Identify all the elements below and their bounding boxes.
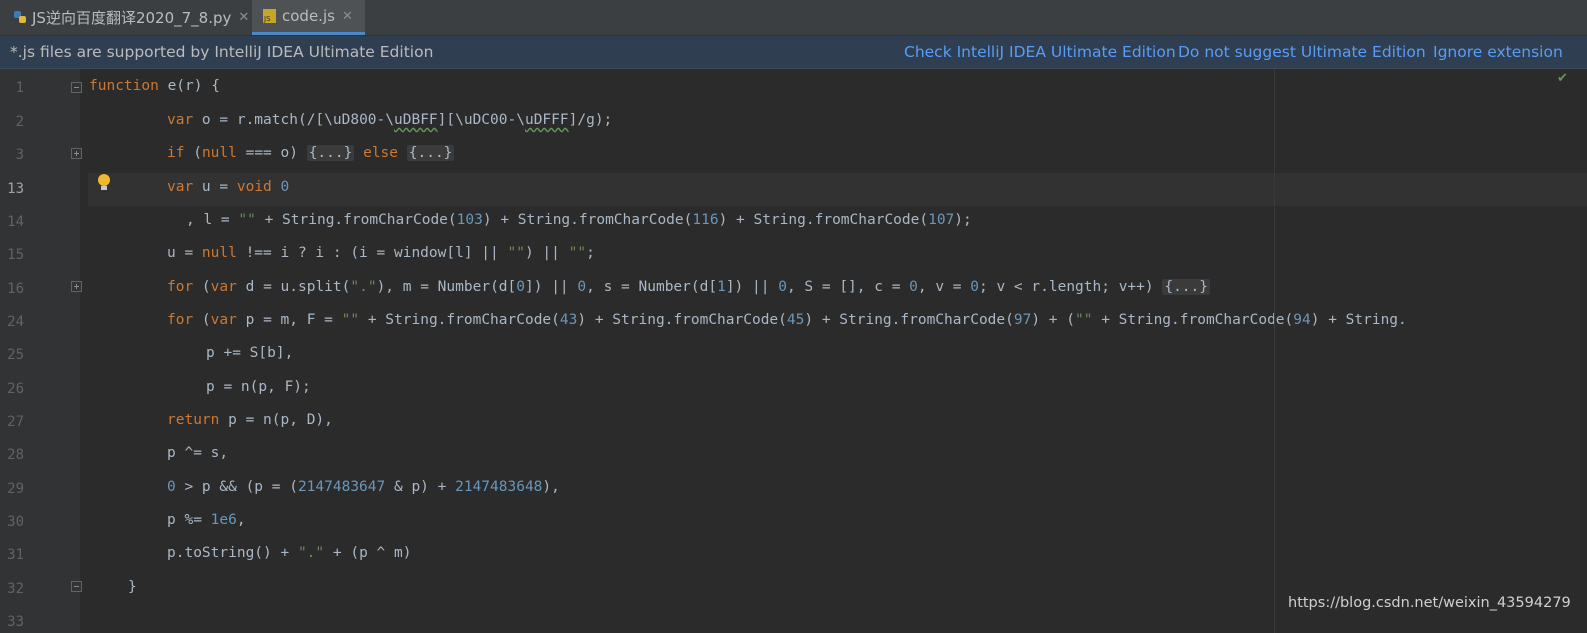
inspection-ok-icon[interactable]: ✔ [1557, 71, 1568, 86]
code-line: p ^= s, [167, 445, 229, 461]
line-number: 3 [15, 147, 24, 163]
line-number: 32 [7, 581, 24, 597]
editor-tab-bar: JS逆向百度翻译2020_7_8.py ✕ JS code.js ✕ [0, 0, 1587, 36]
line-number: 24 [7, 314, 24, 330]
line-number: 27 [7, 414, 24, 430]
current-line-highlight [88, 173, 1587, 206]
code-line: u = null !== i ? i : (i = window[l] || "… [167, 245, 595, 261]
line-number: 26 [7, 381, 24, 397]
ignore-extension-link[interactable]: Ignore extension [1433, 43, 1563, 61]
js-file-icon: JS [262, 8, 278, 24]
close-icon[interactable]: ✕ [238, 10, 249, 25]
banner-message: *.js files are supported by IntelliJ IDE… [10, 43, 434, 61]
line-number: 33 [7, 614, 24, 630]
line-number: 1 [15, 80, 24, 96]
fold-expand-icon[interactable] [71, 281, 82, 292]
code-line: var u = void 0 [167, 179, 290, 195]
code-line: for (var p = m, F = "" + String.fromChar… [167, 312, 1407, 328]
code-line: for (var d = u.split("."), m = Number(d[… [167, 279, 1210, 295]
lightbulb-icon[interactable] [96, 173, 112, 197]
code-line: 0 > p && (p = (2147483647 & p) + 2147483… [167, 479, 560, 495]
line-number: 15 [7, 247, 24, 263]
code-line: p.toString() + "." + (p ^ m) [167, 545, 412, 561]
code-line: if (null === o) {...} else {...} [167, 145, 455, 161]
tab-code-js[interactable]: JS code.js ✕ [252, 0, 365, 35]
tab-label: JS逆向百度翻译2020_7_8.py [32, 9, 232, 27]
ultimate-edition-banner: *.js files are supported by IntelliJ IDE… [0, 36, 1587, 69]
code-line: return p = n(p, D), [167, 412, 333, 428]
line-number: 30 [7, 514, 24, 530]
close-icon[interactable]: ✕ [342, 9, 353, 24]
watermark: https://blog.csdn.net/weixin_43594279 [1288, 595, 1571, 611]
line-number: 25 [7, 347, 24, 363]
code-line: function e(r) { [89, 78, 220, 94]
svg-text:JS: JS [263, 15, 271, 23]
line-number: 31 [7, 547, 24, 563]
code-line: p = n(p, F); [206, 379, 311, 395]
line-number-gutter: 1 2 3 13 14 15 16 24 25 26 27 28 29 30 3… [0, 69, 80, 633]
line-number: 28 [7, 447, 24, 463]
line-number: 16 [7, 281, 24, 297]
line-number: 29 [7, 481, 24, 497]
code-line: var o = r.match(/[\uD800-\uDBFF][\uDC00-… [167, 112, 613, 128]
fold-expand-icon[interactable] [71, 148, 82, 159]
do-not-suggest-link[interactable]: Do not suggest Ultimate Edition [1178, 43, 1426, 61]
line-number: 14 [7, 214, 24, 230]
tab-python-file[interactable]: JS逆向百度翻译2020_7_8.py ✕ [0, 0, 251, 35]
fold-end-icon[interactable] [71, 581, 82, 592]
code-line: , l = "" + String.fromCharCode(103) + St… [186, 212, 972, 228]
fold-collapse-icon[interactable] [71, 82, 82, 93]
code-line: } [128, 579, 137, 595]
code-line: p %= 1e6, [167, 512, 246, 528]
tab-label: code.js [282, 7, 335, 25]
python-file-icon [12, 10, 28, 26]
check-ultimate-link[interactable]: Check IntelliJ IDEA Ultimate Edition [904, 43, 1176, 61]
code-editor[interactable]: 1 2 3 13 14 15 16 24 25 26 27 28 29 30 3… [0, 69, 1587, 633]
line-number: 2 [15, 114, 24, 130]
right-margin-guide [1274, 69, 1275, 633]
line-number: 13 [7, 181, 24, 197]
code-line: p += S[b], [206, 345, 294, 361]
